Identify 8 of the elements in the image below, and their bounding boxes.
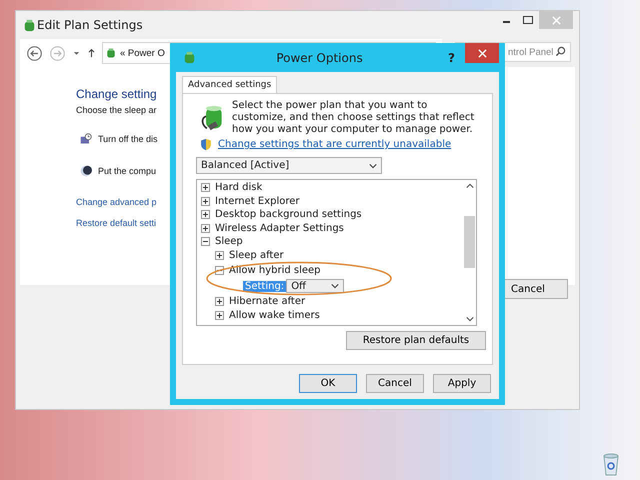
page-heading: Change setting bbox=[76, 87, 157, 101]
setting-label: Put the compu bbox=[98, 166, 156, 176]
setting-label: Turn off the dis bbox=[98, 134, 158, 144]
intro-text: Select the power plan that you want to customize, and then choose settings that reflect how you want your computer to manage power. bbox=[232, 100, 476, 136]
page-subtitle: Choose the sleep ar bbox=[76, 105, 157, 115]
window-title: Edit Plan Settings bbox=[37, 18, 143, 32]
dialog-title: Power Options bbox=[275, 50, 364, 64]
setting-label: Setting: bbox=[243, 280, 286, 292]
